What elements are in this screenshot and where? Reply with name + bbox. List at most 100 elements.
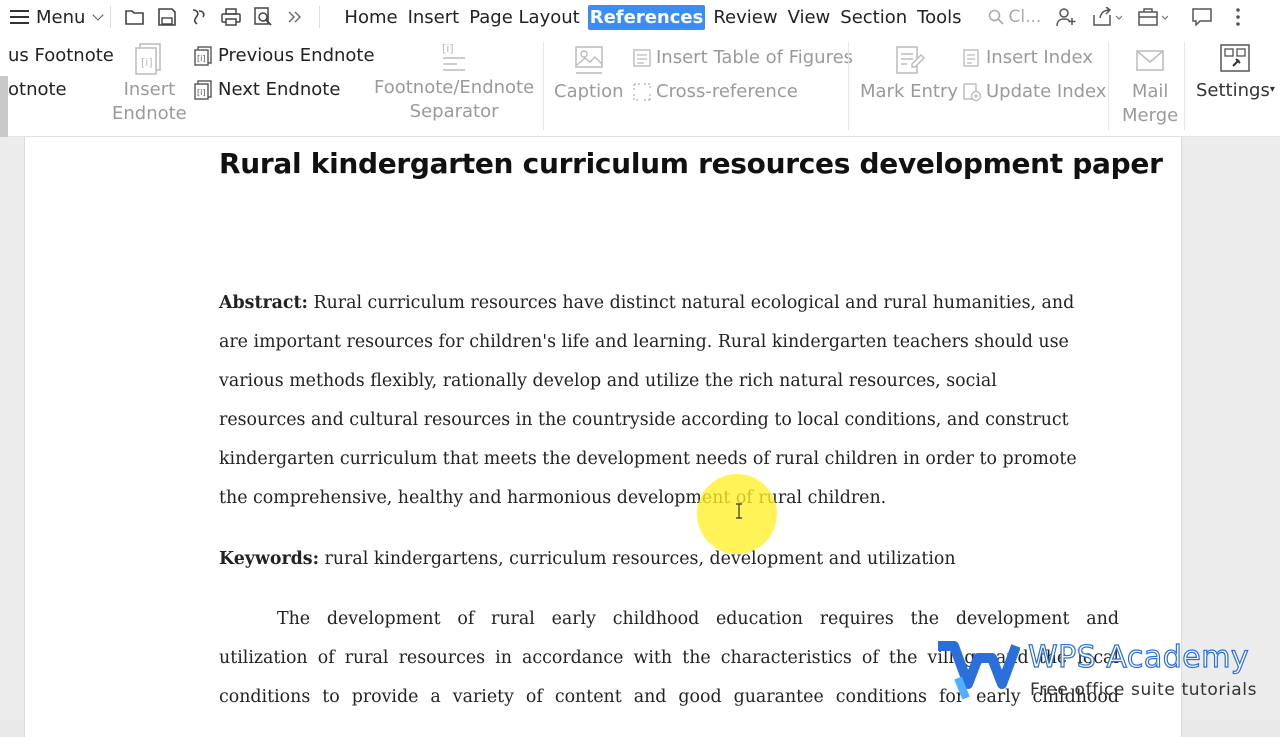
- previous-endnote-icon: [i]: [194, 45, 212, 66]
- cross-reference-icon: [633, 82, 651, 101]
- svg-text:[i]: [i]: [197, 54, 205, 63]
- update-index-button[interactable]: Update Index: [962, 81, 1106, 102]
- watermark-brand: WPS Academy: [1027, 639, 1250, 675]
- wps-logo-icon: [938, 641, 1020, 700]
- search-text: Cl...: [1008, 7, 1042, 27]
- more-chevrons-icon[interactable]: [284, 6, 306, 28]
- body-line: The development of rural early childhood…: [277, 609, 1119, 629]
- print-icon[interactable]: [220, 6, 242, 28]
- separator-icon: [i]: [442, 42, 466, 71]
- abstract-paragraph: Abstract: Rural curriculum resources hav…: [219, 284, 1119, 518]
- tab-references[interactable]: References: [587, 4, 706, 30]
- previous-footnote-label: us Footnote: [8, 45, 114, 66]
- insert-index-button[interactable]: Insert Index: [962, 47, 1093, 68]
- next-footnote-button[interactable]: otnote: [8, 79, 67, 100]
- keywords-paragraph: Keywords: rural kindergartens, curriculu…: [219, 540, 1119, 579]
- tab-view[interactable]: View: [786, 5, 833, 30]
- cross-reference-button[interactable]: Cross-reference: [632, 81, 798, 102]
- settings-button[interactable]: Settings▾: [1196, 42, 1275, 103]
- previous-footnote-button[interactable]: us Footnote: [8, 45, 114, 66]
- abstract-line: various methods flexibly, rationally dev…: [219, 371, 997, 391]
- tab-review[interactable]: Review: [711, 5, 779, 30]
- insert-endnote-button[interactable]: [i] Insert Endnote: [112, 42, 187, 126]
- insert-table-of-figures-button[interactable]: Insert Table of Figures: [632, 47, 853, 68]
- mark-entry-icon: [896, 46, 925, 74]
- main-menu-label: Menu: [36, 6, 86, 28]
- insert-index-icon: [963, 48, 979, 67]
- ribbon-divider: [1108, 42, 1109, 130]
- mail-merge-button[interactable]: Mail Merge: [1122, 44, 1178, 128]
- references-ribbon: us Footnote otnote [i] Insert Endnote [i…: [0, 34, 1280, 168]
- chevron-down-icon: [92, 8, 105, 21]
- insert-endnote-label-2: Endnote: [112, 103, 187, 124]
- caption-button[interactable]: Caption: [554, 44, 624, 104]
- cross-reference-label: Cross-reference: [656, 81, 798, 102]
- keywords-text: rural kindergartens, curriculum resource…: [319, 549, 956, 569]
- divider: [110, 6, 112, 28]
- mark-entry-label: Mark Entry: [860, 81, 958, 102]
- save-icon[interactable]: [156, 6, 178, 28]
- command-search[interactable]: Cl...: [988, 7, 1042, 27]
- abstract-line: resources and cultural resources in the …: [219, 410, 1069, 430]
- next-footnote-label: otnote: [8, 79, 67, 100]
- caption-icon: [575, 46, 603, 74]
- ribbon-divider: [543, 42, 544, 130]
- abstract-line: the comprehensive, healthy and harmoniou…: [219, 488, 887, 508]
- dropdown-arrow-icon: ▾: [1269, 84, 1275, 95]
- comment-icon[interactable]: [1190, 5, 1214, 29]
- svg-text:[i]: [i]: [197, 88, 205, 97]
- add-user-icon[interactable]: [1054, 5, 1078, 29]
- settings-icon: [1220, 44, 1251, 72]
- keywords-label: Keywords:: [219, 549, 320, 569]
- ribbon-tabs: Home Insert Page Layout References Revie…: [342, 4, 969, 30]
- svg-text:[i]: [i]: [442, 42, 454, 55]
- mail-icon: [1136, 50, 1164, 71]
- mail-merge-label-1: Mail: [1131, 81, 1169, 102]
- footnote-endnote-separator-button[interactable]: [i] Footnote/Endnote Separator: [374, 40, 534, 124]
- next-endnote-button[interactable]: [i] Next Endnote: [194, 79, 340, 100]
- mark-entry-button[interactable]: Mark Entry: [860, 44, 958, 104]
- settings-label: Settings: [1196, 80, 1270, 101]
- share-icon[interactable]: [1090, 5, 1124, 29]
- update-index-label: Update Index: [986, 81, 1107, 102]
- document-area: Rural kindergarten curriculum resources …: [0, 137, 1280, 737]
- ribbon-divider: [1184, 42, 1185, 130]
- insert-table-of-figures-label: Insert Table of Figures: [656, 47, 854, 68]
- watermark-tagline: Free office suite tutorials: [1030, 680, 1258, 700]
- separator-label-2: Separator: [409, 101, 499, 122]
- insert-index-label: Insert Index: [986, 47, 1093, 68]
- tab-page-layout[interactable]: Page Layout: [467, 5, 582, 30]
- next-endnote-icon: [i]: [194, 79, 212, 100]
- main-menu-button[interactable]: Menu: [10, 4, 105, 30]
- tab-tools[interactable]: Tools: [915, 5, 963, 30]
- quick-access-toolbar: [119, 6, 311, 28]
- tab-section[interactable]: Section: [838, 5, 909, 30]
- window-actions: [1042, 5, 1250, 29]
- divider: [319, 6, 321, 28]
- caption-label: Caption: [554, 81, 624, 102]
- tab-insert[interactable]: Insert: [406, 5, 462, 30]
- previous-endnote-button[interactable]: [i] Previous Endnote: [194, 45, 375, 66]
- table-of-figures-icon: [633, 48, 651, 67]
- update-index-icon: [963, 82, 982, 101]
- settings-label-row: Settings▾: [1196, 78, 1275, 103]
- mail-merge-label-2: Merge: [1122, 105, 1179, 126]
- text-cursor-icon: [736, 503, 742, 519]
- more-options-icon[interactable]: [1226, 5, 1250, 29]
- open-folder-icon[interactable]: [124, 6, 146, 28]
- format-painter-icon[interactable]: [188, 6, 210, 28]
- document-title: Rural kindergarten curriculum resources …: [219, 147, 1163, 180]
- toolbox-icon[interactable]: [1136, 5, 1170, 29]
- menu-bar: Menu Home Insert Page Layout References …: [0, 0, 1280, 34]
- insert-endnote-icon: [i]: [135, 43, 162, 75]
- print-preview-icon[interactable]: [252, 6, 274, 28]
- hamburger-icon: [10, 10, 29, 24]
- abstract-label: Abstract:: [219, 293, 308, 313]
- previous-endnote-label: Previous Endnote: [218, 45, 375, 66]
- abstract-line: are important resources for children's l…: [219, 332, 1069, 352]
- insert-endnote-label-1: Insert: [123, 79, 176, 100]
- abstract-line: kindergarten curriculum that meets the d…: [219, 449, 1077, 469]
- abstract-line: Abstract: Rural curriculum resources hav…: [219, 284, 1119, 323]
- search-icon: [988, 9, 1004, 25]
- tab-home[interactable]: Home: [342, 5, 399, 30]
